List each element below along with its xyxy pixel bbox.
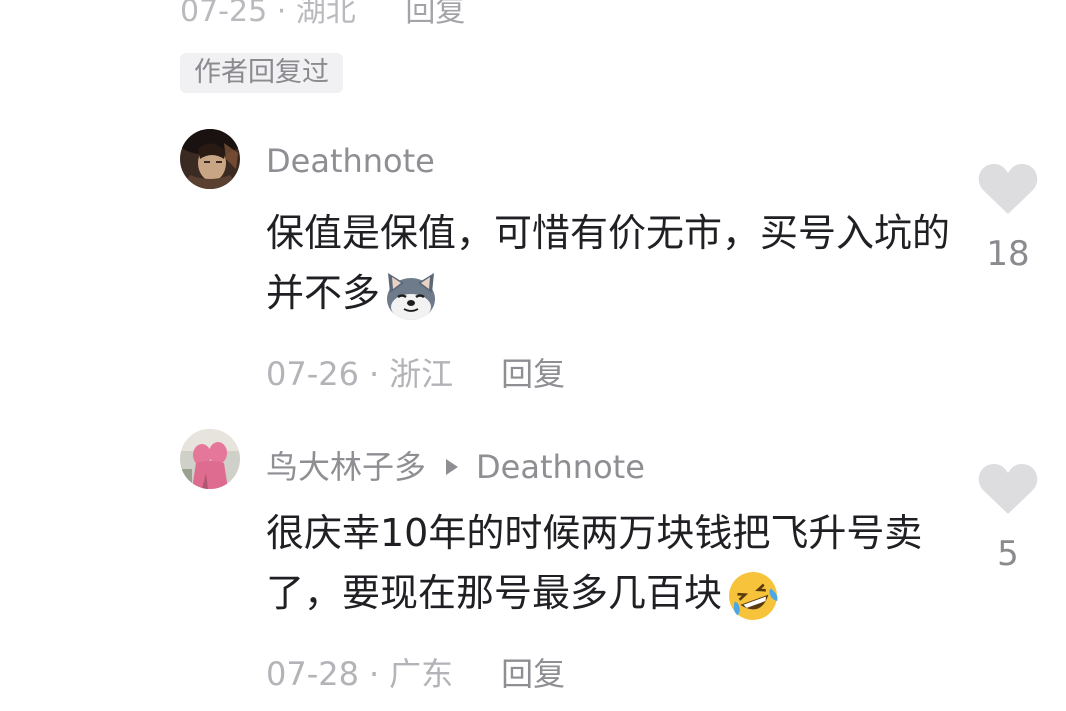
avatar-image — [180, 129, 240, 189]
comment-date: 07-28 — [266, 655, 359, 693]
comment-location: 浙江 — [389, 355, 454, 393]
avatar[interactable] — [180, 429, 240, 489]
like-button[interactable] — [978, 162, 1038, 220]
username[interactable]: Deathnote — [266, 142, 435, 180]
avatar-image — [180, 429, 240, 489]
rolling-laugh-emoji — [729, 571, 778, 620]
comment-location: 湖北 — [295, 0, 356, 29]
comment-body: 保值是保值，可惜有价无市，买号入坑的并不多 — [266, 211, 951, 315]
heart-icon — [978, 164, 1038, 214]
meta-separator: · — [276, 0, 296, 29]
meta-separator: · — [368, 655, 380, 693]
heart-icon — [978, 464, 1038, 514]
reply-button[interactable]: 回复 — [501, 355, 565, 393]
author-replied-badge: 作者回复过 — [180, 53, 343, 93]
previous-comment-meta: 07-25 · 湖北 回复 — [180, 0, 465, 30]
username[interactable]: 鸟大林子多 — [266, 448, 426, 486]
comment-date: 07-26 — [266, 355, 359, 393]
like-count: 18 — [986, 234, 1030, 274]
like-button[interactable] — [978, 462, 1038, 520]
meta-separator: · — [368, 355, 380, 393]
comment-date: 07-25 — [180, 0, 268, 29]
doge-dog-emoji — [387, 272, 436, 320]
comment-text: 很庆幸10年的时候两万块钱把飞升号卖了，要现在那号最多几百块 — [266, 503, 966, 623]
comment-body: 很庆幸10年的时候两万块钱把飞升号卖了，要现在那号最多几百块 — [266, 511, 923, 615]
reply-button[interactable]: 回复 — [501, 655, 565, 693]
like-count: 5 — [997, 534, 1019, 574]
avatar[interactable] — [180, 129, 240, 189]
reply-header: 鸟大林子多 Deathnote — [266, 442, 645, 488]
reply-arrow-icon — [446, 459, 459, 475]
comment-meta: 07-26 · 浙江 回复 — [266, 349, 565, 395]
reply-target-username[interactable]: Deathnote — [476, 448, 645, 486]
comment-meta: 07-28 · 广东 回复 — [266, 649, 565, 695]
comment-text: 保值是保值，可惜有价无市，买号入坑的并不多 — [266, 203, 966, 323]
reply-button[interactable]: 回复 — [405, 0, 465, 29]
comment-location: 广东 — [389, 655, 454, 693]
